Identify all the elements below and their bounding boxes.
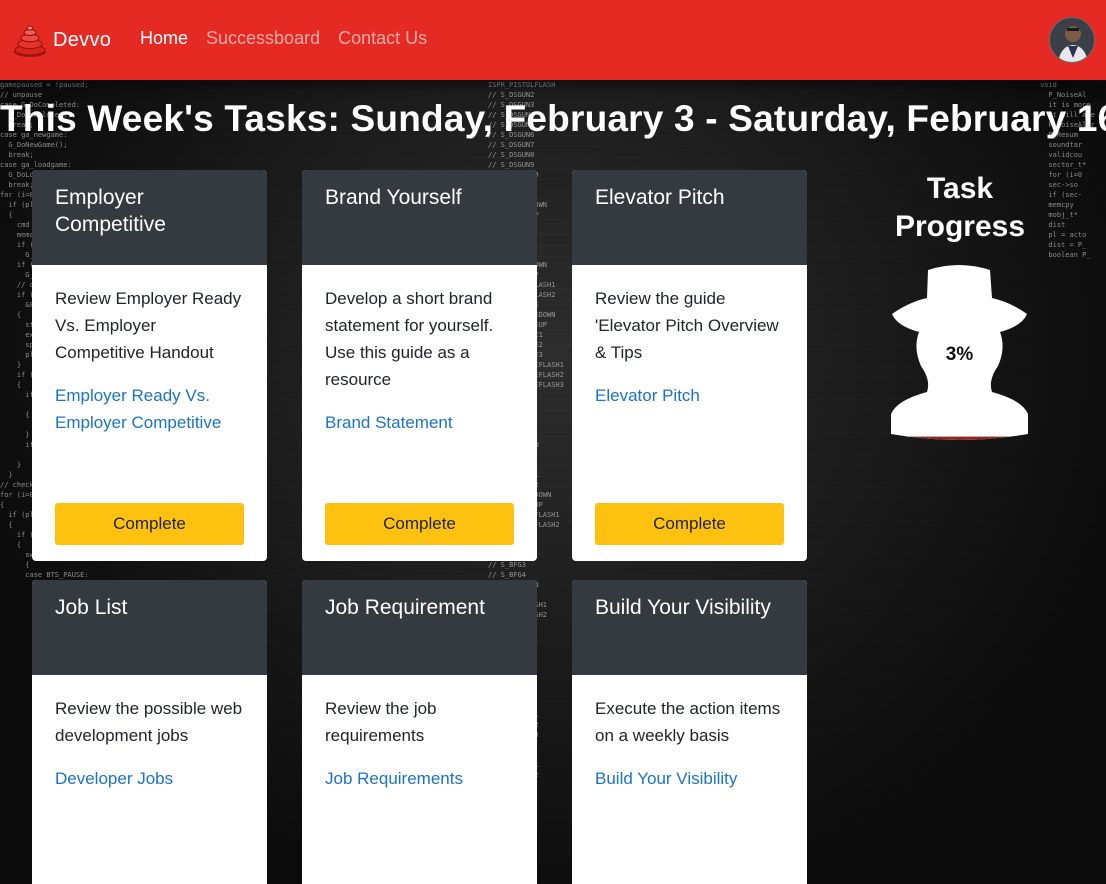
card-title: Build Your Visibility <box>572 580 807 675</box>
card-title: Brand Yourself <box>302 170 537 265</box>
card-description: Review the possible web development jobs <box>55 699 243 745</box>
card-resource-link[interactable]: Developer Jobs <box>55 765 244 792</box>
card-title: Employer Competitive <box>32 170 267 265</box>
task-card: Employer Competitive Review Employer Rea… <box>32 170 267 561</box>
nav-link-home[interactable]: Home <box>140 28 188 49</box>
user-avatar-icon[interactable] <box>1049 17 1095 63</box>
brand-link[interactable]: Devvo <box>12 20 111 60</box>
card-description: Develop a short brand statement for your… <box>325 289 494 389</box>
complete-button[interactable]: Complete <box>55 503 244 545</box>
card-body: Review the job requirements Job Requirem… <box>302 675 537 792</box>
complete-button[interactable]: Complete <box>325 503 514 545</box>
nav-link-contact-us[interactable]: Contact Us <box>338 28 427 49</box>
logo-icon <box>14 25 46 57</box>
card-description: Execute the action items on a weekly bas… <box>595 699 781 745</box>
card-body: Review the possible web development jobs… <box>32 675 267 792</box>
progress-value: 3% <box>945 344 974 365</box>
card-body: Execute the action items on a weekly bas… <box>572 675 807 792</box>
nav-link-successboard[interactable]: Successboard <box>206 28 320 49</box>
task-card: Brand Yourself Develop a short brand sta… <box>302 170 537 561</box>
page-title: This Week's Tasks: Sunday, February 3 - … <box>0 98 1106 139</box>
card-description: Review Employer Ready Vs. Employer Compe… <box>55 289 242 362</box>
card-resource-link[interactable]: Brand Statement <box>325 409 514 436</box>
task-card: Job Requirement Review the job requireme… <box>302 580 537 884</box>
task-card: Build Your Visibility Execute the action… <box>572 580 807 884</box>
card-body: Develop a short brand statement for your… <box>302 265 537 436</box>
card-title: Elevator Pitch <box>572 170 807 265</box>
card-body: Review Employer Ready Vs. Employer Compe… <box>32 265 267 436</box>
progress-title: Task Progress <box>894 172 1026 243</box>
card-resource-link[interactable]: Elevator Pitch <box>595 382 784 409</box>
card-title: Job Requirement <box>302 580 537 675</box>
card-title: Job List <box>32 580 267 675</box>
progress-fill <box>891 436 1028 440</box>
task-card: Elevator Pitch Review the guide 'Elevato… <box>572 170 807 561</box>
task-card: Job List Review the possible web develop… <box>32 580 267 884</box>
complete-button[interactable]: Complete <box>595 503 784 545</box>
navbar: Devvo Home Successboard Contact Us <box>0 0 1106 80</box>
avatar-image <box>1050 18 1094 62</box>
brand-name: Devvo <box>53 28 112 51</box>
card-resource-link[interactable]: Job Requirements <box>325 765 514 792</box>
card-description: Review the job requirements <box>325 699 437 745</box>
card-resource-link[interactable]: Build Your Visibility <box>595 765 784 792</box>
card-resource-link[interactable]: Employer Ready Vs. Employer Competitive <box>55 382 244 436</box>
card-description: Review the guide 'Elevator Pitch Overvie… <box>595 289 779 362</box>
card-body: Review the guide 'Elevator Pitch Overvie… <box>572 265 807 409</box>
nav-links: Home Successboard Contact Us <box>140 28 445 49</box>
